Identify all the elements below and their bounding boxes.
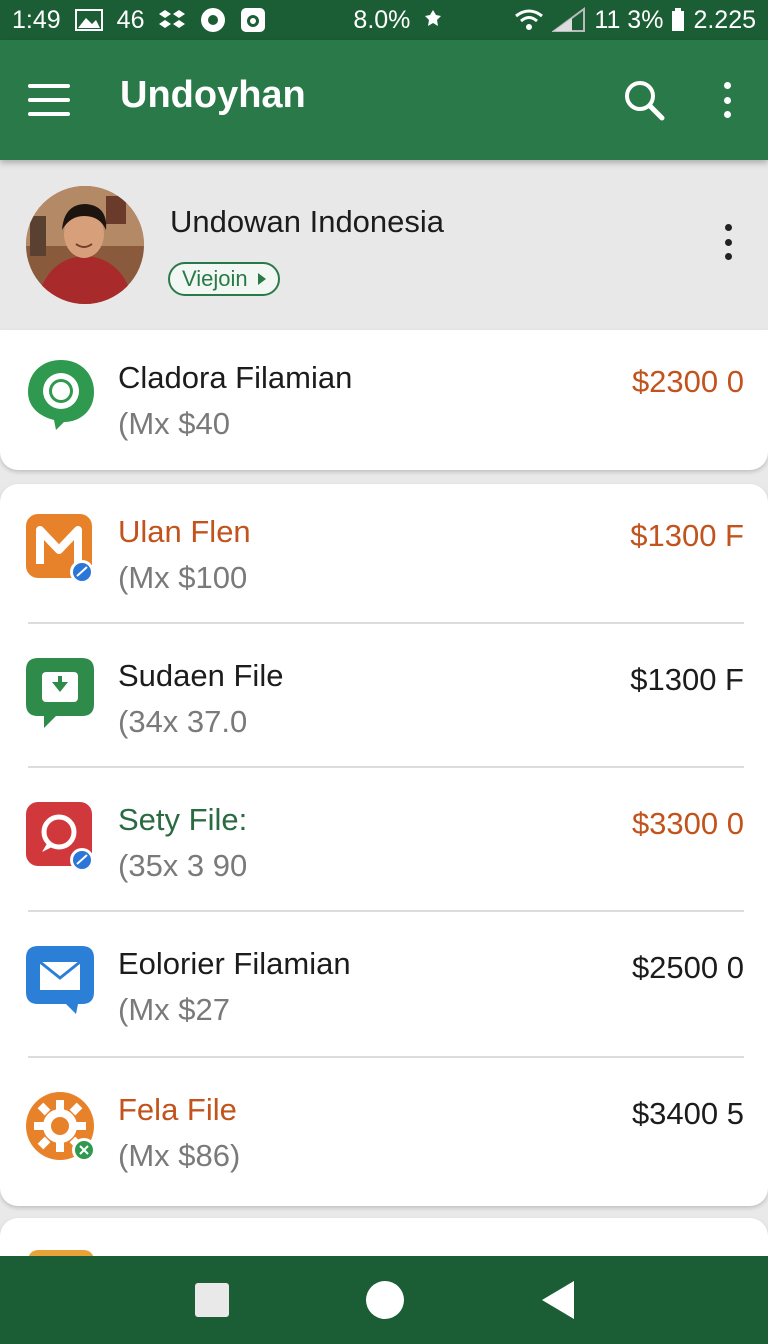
notification-count: 46 [116,5,145,34]
item-sub: (Mx $100 [118,560,248,595]
picture-notification-icon [74,9,103,31]
item-name: Ulan Flen [118,514,251,549]
profile-header: Undowan Indonesia Viejoin [0,160,768,330]
hamburger-menu-icon[interactable] [28,80,70,120]
dropbox-icon [158,8,186,32]
item-sub: (Mx $86) [118,1138,241,1173]
item-sub: (35x 3 90 [118,848,248,883]
signal-text: 11 3% [594,5,664,34]
gear-icon [26,1090,96,1162]
item-price: $2500 0 [631,950,744,985]
item-price: $3300 0 [631,806,744,841]
item-price: $2300 0 [631,364,744,399]
avatar[interactable] [26,186,144,304]
home-button[interactable] [366,1281,404,1319]
file-list-card: Ulan Flen (Mx $100 $1300 F Sudaen File (… [0,484,768,1206]
recents-button[interactable] [195,1283,229,1317]
back-button[interactable] [542,1281,574,1319]
divider [28,622,744,624]
item-name: Sety File: [118,802,248,837]
record-icon [200,7,226,33]
item-price: $1300 F [630,662,744,697]
m-app-icon [26,512,96,584]
list-item[interactable]: Cladora Filamian (Mx $40 $2300 0 [0,330,768,470]
list-item[interactable]: Sudaen File (34x 37.0 $1300 F [0,628,768,772]
item-name: Fela File [118,1092,237,1127]
item-name: Cladora Filamian [118,360,353,395]
red-chat-icon [26,800,96,872]
download-chat-icon [26,656,96,728]
system-nav-bar [0,1256,768,1344]
item-price: $3400 5 [631,1096,744,1131]
featured-card: Cladora Filamian (Mx $40 $2300 0 [0,330,768,470]
settings-small-icon [424,9,442,31]
item-sub: (34x 37.0 [118,704,248,739]
mail-icon [26,944,96,1016]
chevron-right-icon [257,273,266,285]
divider [28,910,744,912]
status-bar: 1:49 46 8.0% 11 3% 2.225 [0,0,768,40]
camera-app-icon [240,7,266,33]
list-item[interactable]: Ulan Flen (Mx $100 $1300 F [0,484,768,628]
item-price: $1300 F [630,518,744,553]
status-time: 1:49 [12,5,61,34]
view-profile-label: Viejoin [182,266,248,291]
battery-icon [671,8,685,32]
profile-more-icon[interactable] [720,224,736,260]
battery-percent: 8.0% [353,5,411,34]
app-title: Undoyhan [120,74,306,116]
app-bar: Undoyhan [0,40,768,160]
speed-text: 2.225 [693,5,756,34]
search-icon[interactable] [620,76,668,124]
wifi-icon [514,8,544,32]
item-sub: (Mx $40 [118,406,230,441]
list-item[interactable]: Fela File (Mx $86) $3400 5 [0,1062,768,1206]
more-vert-icon[interactable] [712,78,742,122]
chat-bubble-icon [26,358,96,430]
profile-name: Undowan Indonesia [170,204,445,239]
list-item[interactable]: Sety File: (35x 3 90 $3300 0 [0,772,768,916]
view-profile-button[interactable]: Viejoin [168,262,280,296]
cell-signal-icon [552,7,586,33]
list-item[interactable]: Eolorier Filamian (Mx $27 $2500 0 [0,916,768,1060]
item-sub: (Mx $27 [118,992,230,1027]
item-name: Eolorier Filamian [118,946,351,981]
divider [28,766,744,768]
item-name: Sudaen File [118,658,284,693]
divider [28,1056,744,1058]
